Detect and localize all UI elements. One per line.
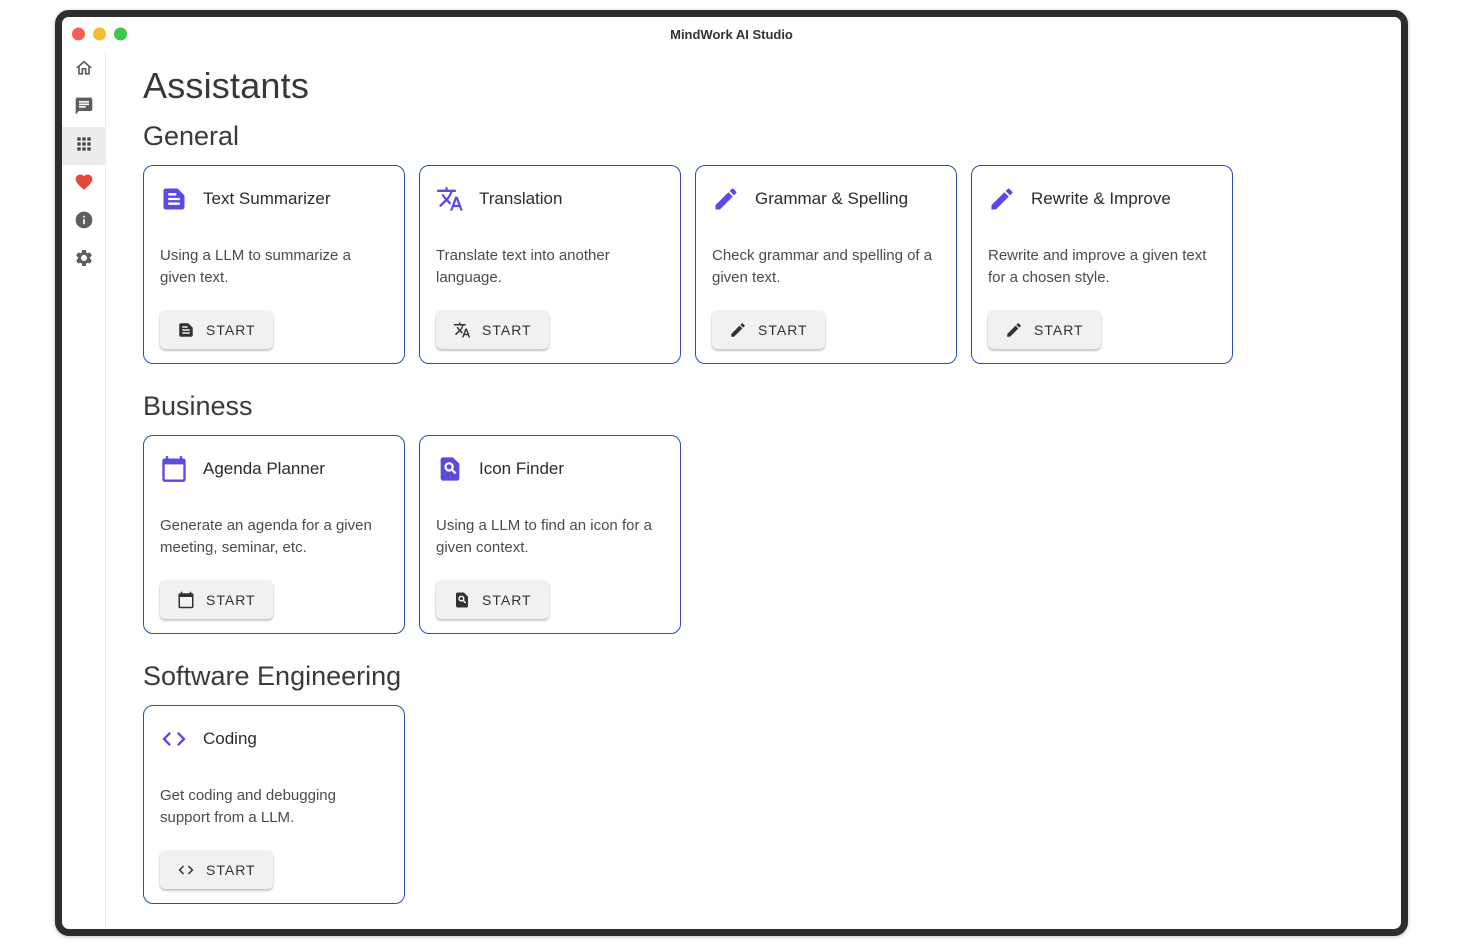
card-title: Agenda Planner <box>203 459 325 479</box>
card-title: Rewrite & Improve <box>1031 189 1171 209</box>
chat-icon <box>74 96 94 121</box>
card-text-summarizer: Text Summarizer Using a LLM to summarize… <box>143 165 405 364</box>
card-coding: Coding Get coding and debugging support … <box>143 705 405 904</box>
pencil-icon <box>729 321 747 339</box>
section-title: General <box>143 121 1381 152</box>
section-software-engineering: Software Engineering Coding Get coding a… <box>143 661 1381 904</box>
section-business: Business Agenda Planner Generate an agen… <box>143 391 1381 634</box>
main-content: Assistants General Text Summarizer Using… <box>106 51 1401 929</box>
apps-grid-icon <box>74 134 94 159</box>
translate-icon <box>436 185 464 213</box>
sidebar <box>62 51 106 929</box>
translate-icon <box>453 321 471 339</box>
sidebar-item-about[interactable] <box>62 203 105 241</box>
calendar-icon <box>177 591 195 609</box>
sidebar-item-home[interactable] <box>62 51 105 89</box>
code-icon <box>160 725 188 753</box>
start-button-coding[interactable]: START <box>160 851 273 889</box>
card-title: Coding <box>203 729 257 749</box>
start-button-label: START <box>482 592 532 608</box>
pencil-icon <box>1005 321 1023 339</box>
card-icon-finder: Icon Finder Using a LLM to find an icon … <box>419 435 681 634</box>
start-button-label: START <box>206 592 256 608</box>
heart-icon <box>74 172 94 197</box>
info-icon <box>74 210 94 235</box>
card-title: Text Summarizer <box>203 189 331 209</box>
card-description: Get coding and debugging support from a … <box>160 785 388 829</box>
sidebar-item-favorites[interactable] <box>62 165 105 203</box>
sidebar-item-settings[interactable] <box>62 241 105 279</box>
pencil-icon <box>988 185 1016 213</box>
card-rewrite-improve: Rewrite & Improve Rewrite and improve a … <box>971 165 1233 364</box>
sidebar-item-chats[interactable] <box>62 89 105 127</box>
start-button-icon-finder[interactable]: START <box>436 581 549 619</box>
card-agenda-planner: Agenda Planner Generate an agenda for a … <box>143 435 405 634</box>
window-title: MindWork AI Studio <box>670 27 793 42</box>
text-snippet-icon <box>160 185 188 213</box>
section-title: Business <box>143 391 1381 422</box>
card-grammar-spelling: Grammar & Spelling Check grammar and spe… <box>695 165 957 364</box>
close-button[interactable] <box>72 28 85 41</box>
calendar-icon <box>160 455 188 483</box>
card-description: Check grammar and spelling of a given te… <box>712 245 940 289</box>
sidebar-item-assistants[interactable] <box>62 127 105 165</box>
start-button-label: START <box>482 322 532 338</box>
home-icon <box>74 58 94 83</box>
start-button-text-summarizer[interactable]: START <box>160 311 273 349</box>
start-button-label: START <box>758 322 808 338</box>
titlebar: MindWork AI Studio <box>62 17 1401 51</box>
card-translation: Translation Translate text into another … <box>419 165 681 364</box>
section-title: Software Engineering <box>143 661 1381 692</box>
zoom-button[interactable] <box>114 28 127 41</box>
card-description: Using a LLM to find an icon for a given … <box>436 515 664 559</box>
start-button-label: START <box>206 862 256 878</box>
card-description: Using a LLM to summarize a given text. <box>160 245 388 289</box>
start-button-rewrite-improve[interactable]: START <box>988 311 1101 349</box>
doc-search-icon <box>436 455 464 483</box>
minimize-button[interactable] <box>93 28 106 41</box>
code-icon <box>177 861 195 879</box>
section-general: General Text Summarizer Using a LLM to s… <box>143 121 1381 364</box>
start-button-grammar-spelling[interactable]: START <box>712 311 825 349</box>
card-description: Rewrite and improve a given text for a c… <box>988 245 1216 289</box>
card-description: Generate an agenda for a given meeting, … <box>160 515 388 559</box>
card-title: Translation <box>479 189 562 209</box>
start-button-agenda-planner[interactable]: START <box>160 581 273 619</box>
card-title: Grammar & Spelling <box>755 189 908 209</box>
start-button-translation[interactable]: START <box>436 311 549 349</box>
doc-search-icon <box>453 591 471 609</box>
gear-icon <box>74 248 94 273</box>
pencil-icon <box>712 185 740 213</box>
card-description: Translate text into another language. <box>436 245 664 289</box>
app-window: MindWork AI Studio Assi <box>55 10 1408 936</box>
traffic-lights <box>72 28 127 41</box>
page-title: Assistants <box>143 65 1381 107</box>
text-snippet-icon <box>177 321 195 339</box>
start-button-label: START <box>206 322 256 338</box>
card-title: Icon Finder <box>479 459 564 479</box>
start-button-label: START <box>1034 322 1084 338</box>
